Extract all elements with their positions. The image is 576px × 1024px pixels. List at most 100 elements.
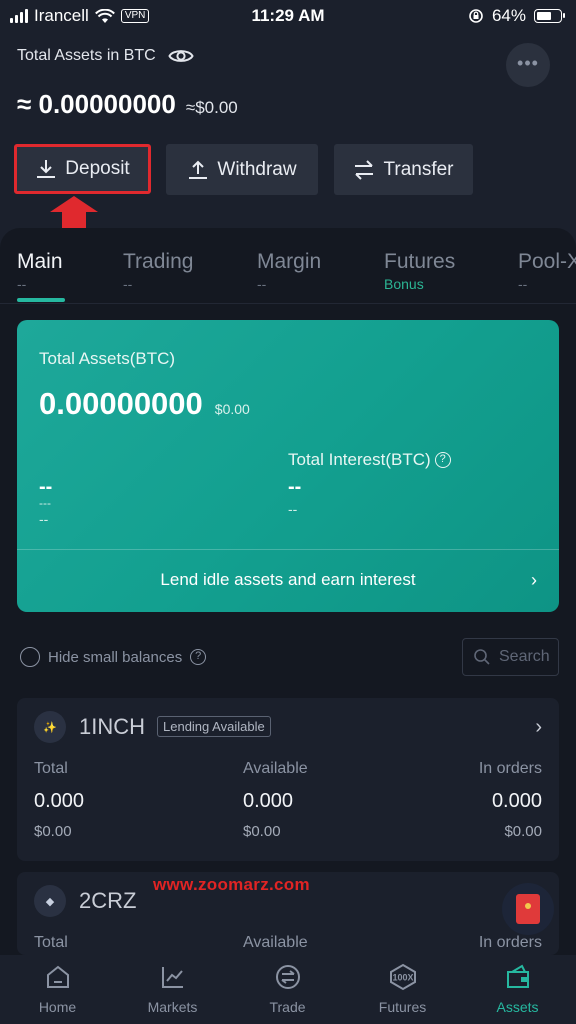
status-bar: Irancell VPN 11:29 AM 64% bbox=[0, 0, 576, 32]
red-packet-button[interactable] bbox=[502, 883, 554, 935]
total-balance: ≈ 0.00000000 ≈$0.00 bbox=[17, 89, 238, 120]
asset-card-1inch[interactable]: ✨ 1INCH Lending Available › Total 0.000 … bbox=[17, 698, 559, 861]
deposit-label: Deposit bbox=[65, 158, 130, 179]
tab-main[interactable]: Main -- bbox=[17, 250, 63, 292]
tab-trading-label: Trading bbox=[123, 250, 194, 273]
available-value: 0.000 bbox=[243, 790, 294, 812]
nav-home-label: Home bbox=[38, 999, 77, 1015]
transfer-button[interactable]: Transfer bbox=[334, 144, 473, 195]
nav-futures[interactable]: 100X Futures bbox=[345, 955, 460, 1024]
left-dash-2: --- bbox=[39, 496, 51, 510]
in-orders-label: In orders bbox=[478, 760, 542, 777]
tab-futures-sub: Bonus bbox=[384, 276, 424, 292]
upload-icon bbox=[189, 160, 208, 179]
nav-markets-label: Markets bbox=[147, 999, 198, 1015]
transfer-icon bbox=[355, 159, 374, 180]
lend-idle-assets-link[interactable]: Lend idle assets and earn interest bbox=[17, 570, 559, 590]
asset-symbol: 1INCH bbox=[79, 714, 146, 739]
tab-pool-x-label: Pool-X bbox=[518, 250, 576, 273]
available-label: Available bbox=[243, 934, 308, 951]
svg-text:100X: 100X bbox=[392, 973, 413, 983]
tab-futures[interactable]: Futures Bonus bbox=[384, 250, 455, 292]
total-assets-header: Total Assets in BTC bbox=[17, 47, 194, 65]
tabs-divider bbox=[0, 303, 576, 304]
balance-usd: ≈$0.00 bbox=[185, 98, 238, 117]
eye-icon[interactable] bbox=[168, 47, 194, 65]
hide-small-label: Hide small balances bbox=[48, 648, 183, 666]
trade-icon bbox=[275, 965, 300, 989]
summary-card: Total Assets(BTC) 0.00000000 $0.00 Total… bbox=[17, 320, 559, 612]
red-envelope-icon bbox=[516, 894, 540, 924]
total-label: Total bbox=[34, 760, 68, 777]
left-dash-1: -- bbox=[39, 476, 53, 498]
search-input[interactable]: Search bbox=[462, 638, 559, 676]
nav-assets[interactable]: Assets bbox=[460, 955, 575, 1024]
total-usd: $0.00 bbox=[34, 823, 72, 840]
nav-markets[interactable]: Markets bbox=[115, 955, 230, 1024]
nav-futures-label: Futures bbox=[378, 999, 427, 1015]
right-dash-1: -- bbox=[288, 476, 302, 498]
total-interest-label: Total Interest(BTC) ? bbox=[288, 450, 451, 470]
tab-main-sub: -- bbox=[17, 276, 27, 292]
card-title: Total Assets(BTC) bbox=[39, 349, 176, 368]
chevron-right-icon: › bbox=[535, 716, 542, 738]
tab-trading-sub: -- bbox=[123, 276, 133, 292]
nav-assets-label: Assets bbox=[496, 999, 539, 1015]
tab-margin-sub: -- bbox=[257, 276, 267, 292]
available-label: Available bbox=[243, 760, 308, 777]
nav-home[interactable]: Home bbox=[0, 955, 115, 1024]
in-orders-column: In orders 0.000 $0.00 bbox=[479, 760, 542, 840]
interest-title: Total Interest(BTC) bbox=[288, 450, 431, 469]
tab-pool-x[interactable]: Pool-X -- bbox=[518, 250, 576, 292]
tab-main-label: Main bbox=[17, 250, 63, 273]
tab-margin[interactable]: Margin -- bbox=[257, 250, 321, 292]
search-placeholder: Search bbox=[499, 648, 550, 665]
total-label: Total bbox=[34, 934, 68, 951]
hide-small-balances-toggle[interactable]: Hide small balances ? bbox=[20, 647, 207, 667]
nav-trade-label: Trade bbox=[269, 999, 306, 1015]
card-divider bbox=[17, 549, 559, 550]
watermark-text: www.zoomarz.com bbox=[153, 875, 310, 894]
header-title: Total Assets in BTC bbox=[17, 47, 156, 64]
nav-trade[interactable]: Trade bbox=[230, 955, 345, 1024]
radio-icon bbox=[20, 647, 40, 667]
transfer-label: Transfer bbox=[383, 158, 454, 180]
home-icon bbox=[46, 965, 69, 988]
left-dash-3: -- bbox=[39, 511, 49, 527]
tab-futures-label: Futures bbox=[384, 250, 456, 273]
futures-100x-icon: 100X bbox=[389, 963, 416, 991]
in-orders-label: In orders bbox=[478, 934, 542, 951]
help-icon[interactable]: ? bbox=[434, 452, 451, 468]
card-right-values: -- -- bbox=[288, 476, 302, 517]
wallet-icon bbox=[506, 964, 529, 988]
help-icon[interactable]: ? bbox=[190, 649, 207, 665]
deposit-button[interactable]: Deposit bbox=[14, 144, 151, 194]
balance-btc: ≈ 0.00000000 bbox=[17, 89, 176, 119]
annotation-arrow-icon bbox=[50, 196, 98, 228]
total-column: Total 0.000 $0.00 bbox=[34, 760, 84, 840]
more-button[interactable]: ••• bbox=[506, 43, 550, 87]
chart-icon bbox=[161, 967, 183, 988]
withdraw-button[interactable]: Withdraw bbox=[166, 144, 318, 195]
available-column: Available bbox=[243, 934, 308, 952]
asset-symbol: 2CRZ bbox=[79, 888, 137, 913]
2crz-logo-icon: ◆ bbox=[34, 885, 66, 917]
active-tab-indicator bbox=[17, 298, 65, 302]
tab-trading[interactable]: Trading -- bbox=[123, 250, 193, 292]
search-icon bbox=[474, 649, 490, 665]
lending-badge: Lending Available bbox=[157, 716, 271, 737]
card-btc-value: 0.00000000 bbox=[39, 386, 203, 421]
chevron-right-icon: › bbox=[531, 570, 537, 590]
in-orders-column: In orders bbox=[479, 934, 542, 952]
download-icon bbox=[37, 160, 56, 178]
total-column: Total bbox=[34, 934, 68, 952]
right-dash-2: -- bbox=[288, 501, 298, 517]
in-orders-usd: $0.00 bbox=[504, 823, 542, 840]
available-usd: $0.00 bbox=[243, 823, 281, 840]
battery-percent: 64% bbox=[491, 6, 526, 25]
bottom-navigation: Home Markets Trade 100X Futures Assets bbox=[0, 955, 576, 1024]
total-value: 0.000 bbox=[34, 790, 85, 812]
card-usd-value: $0.00 bbox=[214, 401, 250, 417]
account-tabs: Main -- Trading -- Margin -- Futures Bon… bbox=[0, 250, 576, 302]
withdraw-label: Withdraw bbox=[217, 158, 297, 180]
